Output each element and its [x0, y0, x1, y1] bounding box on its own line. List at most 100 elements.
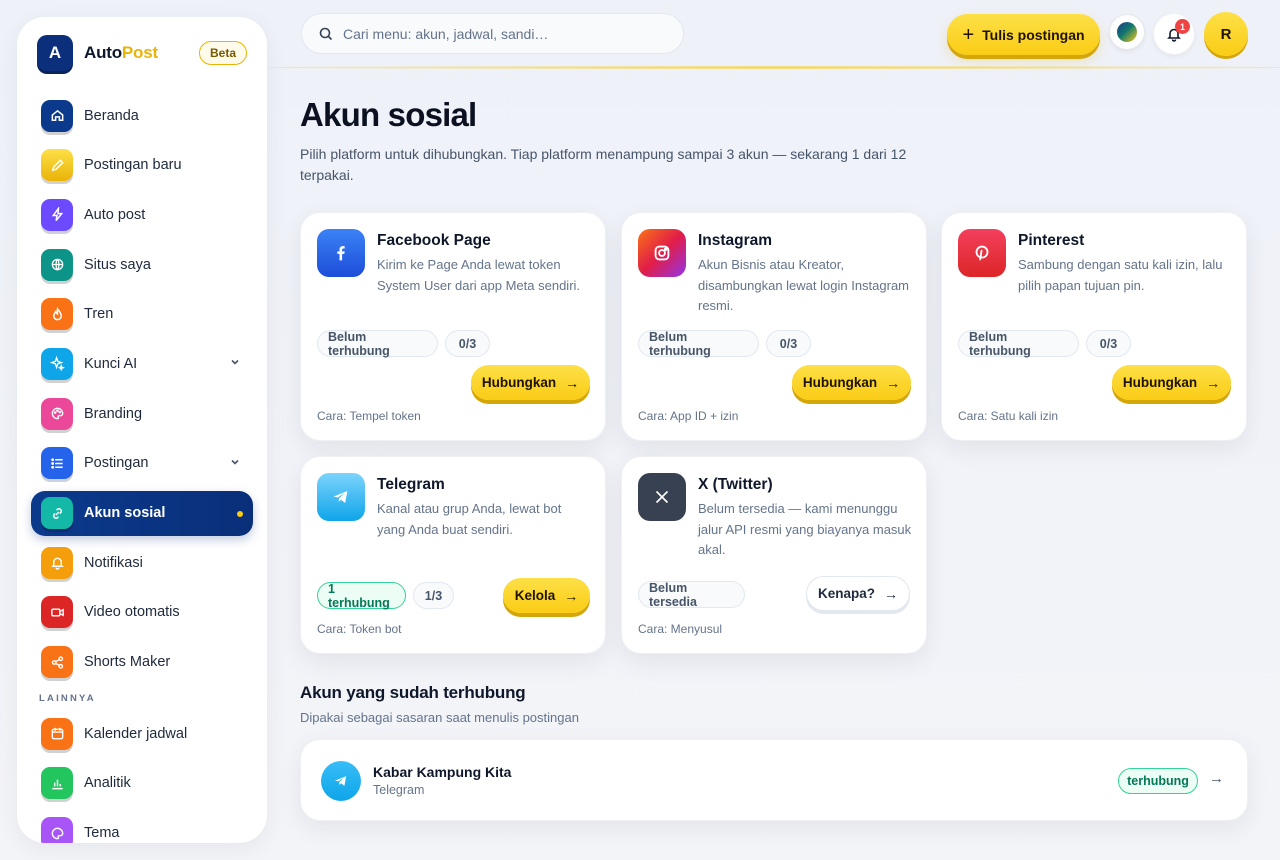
card-description: Belum tersedia — kami menunggu jalur API… — [698, 501, 912, 557]
connect-button[interactable]: Hubungkan → — [792, 365, 911, 400]
brand-logo: A — [37, 35, 73, 71]
account-count-badge: 1/3 — [413, 582, 454, 609]
x-twitter-icon — [638, 473, 686, 521]
chevron-down-icon[interactable] — [229, 356, 241, 368]
sparkle-icon — [41, 347, 73, 380]
sidebar-item-postingan[interactable]: Postingan — [31, 441, 253, 486]
bolt-icon — [41, 198, 73, 231]
sidebar-item-shorts-maker[interactable]: Shorts Maker — [31, 640, 253, 685]
connect-button-label: Hubungkan — [481, 375, 557, 390]
search-icon — [319, 27, 333, 40]
page-title: Akun sosial — [300, 96, 477, 133]
video-icon — [41, 596, 73, 629]
sidebar-item-label: Shorts Maker — [84, 654, 171, 671]
sidebar-item-label: Notifikasi — [84, 554, 143, 571]
user-avatar[interactable]: R — [1204, 12, 1248, 56]
sidebar-item-tren[interactable]: Tren — [31, 292, 253, 337]
sidebar-item-video-otomatis[interactable]: Video otomatis — [31, 590, 253, 635]
status-badge: Belum terhubung — [317, 330, 438, 358]
pencil-icon — [41, 149, 73, 182]
account-count-badge: 0/3 — [766, 330, 811, 357]
sidebar-item-label: Akun sosial — [84, 505, 166, 521]
sidebar-item-label: Tema — [84, 825, 120, 842]
home-icon — [41, 99, 73, 132]
account-name: Kabar Kampung Kita — [373, 764, 512, 780]
list-icon — [41, 447, 73, 480]
connected-section-title: Akun yang sudah terhubung — [300, 683, 526, 702]
sidebar-item-situs-saya[interactable]: Situs saya — [31, 242, 253, 287]
sidebar-item-branding[interactable]: Branding — [31, 391, 253, 436]
topbar-accent-line — [268, 66, 1280, 69]
card-method: Cara: Token bot — [317, 622, 402, 636]
search-input[interactable] — [343, 25, 663, 42]
bell-icon — [41, 546, 73, 579]
theme-toggle-button[interactable] — [1109, 14, 1145, 50]
status-badge: 1 terhubung — [317, 582, 406, 610]
arrow-right-icon: → — [884, 585, 898, 602]
pinterest-icon — [958, 229, 1006, 277]
why-button-label: Kenapa? — [817, 586, 875, 601]
sidebar-item-label: Video otomatis — [84, 604, 180, 621]
manage-button[interactable]: Kelola → — [503, 578, 590, 613]
notifications-button[interactable]: 1 — [1153, 13, 1195, 55]
arrow-right-icon[interactable]: → — [1209, 770, 1224, 787]
sidebar-item-akun-sosial[interactable]: Akun sosial — [31, 490, 253, 536]
sidebar-item-kalender-jadwal[interactable]: Kalender jadwal — [31, 711, 253, 756]
connect-button[interactable]: Hubungkan → — [1112, 365, 1231, 400]
sidebar-item-label: Postingan baru — [84, 157, 182, 174]
sidebar-item-label: Kunci AI — [84, 355, 138, 372]
link-icon — [41, 497, 73, 529]
card-description: Kanal atau grup Anda, lewat bot yang And… — [377, 501, 562, 537]
beta-badge: Beta — [198, 41, 247, 65]
write-post-label: Tulis postingan — [982, 26, 1085, 43]
card-description: Kirim ke Page Anda lewat token System Us… — [377, 257, 581, 293]
connected-section-subtitle: Dipakai sebagai sasaran saat menulis pos… — [300, 710, 579, 725]
connect-button-label: Hubungkan — [1122, 375, 1198, 390]
sidebar-section-label: LAINNYA — [39, 693, 96, 705]
search-box[interactable] — [301, 13, 684, 54]
plus-icon: + — [962, 23, 975, 46]
card-method: Cara: App ID + izin — [638, 409, 739, 423]
write-post-button[interactable]: + Tulis postingan — [947, 14, 1100, 55]
arrow-right-icon: → — [886, 374, 901, 391]
chart-icon — [41, 767, 73, 800]
card-method: Cara: Tempel token — [317, 409, 421, 423]
sidebar-item-label: Analitik — [84, 775, 131, 792]
sidebar-item-tema[interactable]: Tema — [31, 811, 253, 843]
sidebar-item-notifikasi[interactable]: Notifikasi — [31, 540, 253, 585]
why-button[interactable]: Kenapa? → — [806, 576, 910, 611]
arrow-right-icon: → — [565, 374, 580, 391]
sidebar-item-label: Auto post — [84, 206, 146, 223]
facebook-icon — [317, 229, 365, 277]
sidebar-item-analitik[interactable]: Analitik — [31, 761, 253, 806]
active-indicator-dot — [237, 510, 243, 517]
sidebar-item-label: Kalender jadwal — [84, 725, 188, 742]
platform-card-telegram: Telegram Kanal atau grup Anda, lewat bot… — [300, 456, 606, 654]
card-title: X (Twitter) — [698, 476, 773, 493]
sidebar-nav: Beranda Postingan baru Auto post Situs s… — [31, 93, 253, 843]
card-description: Sambung dengan satu kali izin, lalu pili… — [1018, 257, 1223, 293]
sidebar-item-postingan-baru[interactable]: Postingan baru — [31, 143, 253, 188]
sidebar-item-auto-post[interactable]: Auto post — [31, 192, 253, 237]
sidebar-item-label: Tren — [84, 306, 114, 323]
sidebar-item-kunci-ai[interactable]: Kunci AI — [31, 341, 253, 386]
arrow-right-icon: → — [1206, 374, 1221, 391]
telegram-icon — [317, 473, 365, 521]
platform-card-instagram: Instagram Akun Bisnis atau Kreator, disa… — [621, 212, 927, 441]
chevron-down-icon[interactable] — [229, 456, 241, 468]
palette-icon — [41, 397, 73, 430]
sidebar-item-label: Beranda — [84, 107, 139, 124]
connected-account-row[interactable]: Kabar Kampung Kita Telegram terhubung → — [300, 739, 1248, 821]
connect-button[interactable]: Hubungkan → — [471, 365, 590, 400]
page-subtitle: Pilih platform untuk dihubungkan. Tiap p… — [300, 146, 907, 183]
card-title: Telegram — [377, 476, 445, 493]
sidebar-item-beranda[interactable]: Beranda — [31, 93, 253, 138]
manage-button-label: Kelola — [514, 588, 556, 603]
arrow-right-icon: → — [564, 587, 579, 604]
theme-icon — [1117, 22, 1137, 42]
sidebar: A AutoPost Beta Beranda Postingan baru A… — [17, 17, 267, 843]
palette-icon — [41, 817, 73, 843]
brand[interactable]: A AutoPost Beta — [37, 35, 247, 71]
platform-card-pinterest: Pinterest Sambung dengan satu kali izin,… — [941, 212, 1247, 441]
card-method: Cara: Menyusul — [638, 622, 723, 636]
